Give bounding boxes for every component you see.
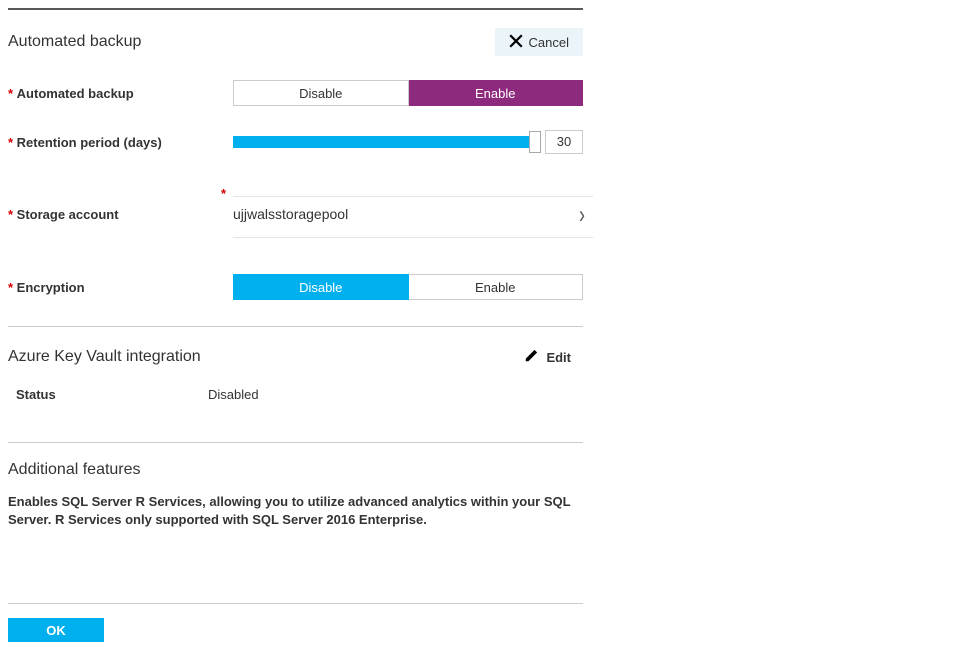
section-title-automated-backup: Automated backup [8,33,141,51]
close-icon [509,34,523,51]
chevron-right-icon: › [579,201,585,226]
storage-account-picker[interactable]: ujjwalsstoragepool › [233,205,593,223]
encryption-toggle-disable[interactable]: Disable [233,274,409,300]
retention-period-slider[interactable] [233,136,535,148]
retention-period-slider-fill [233,136,535,148]
storage-account-value: ujjwalsstoragepool [233,206,348,222]
label-status: Status [8,387,208,402]
label-storage-account: Storage account [8,207,233,222]
section-title-akv: Azure Key Vault integration [8,348,201,366]
additional-features-description: Enables SQL Server R Services, allowing … [8,493,598,529]
cancel-button[interactable]: Cancel [495,28,583,56]
retention-period-value[interactable]: 30 [545,130,583,154]
edit-button-label: Edit [546,350,571,365]
edit-button[interactable]: Edit [512,345,583,369]
encryption-toggle[interactable]: Disable Enable [233,274,583,300]
automated-backup-toggle-enable[interactable]: Enable [409,80,584,106]
automated-backup-toggle[interactable]: Disable Enable [233,80,583,106]
pencil-icon [524,349,538,366]
section-title-additional-features: Additional features [8,461,141,479]
label-retention-period: Retention period (days) [8,135,233,150]
encryption-toggle-enable[interactable]: Enable [409,274,584,300]
label-encryption: Encryption [8,280,233,295]
required-marker-icon: * [221,186,226,201]
automated-backup-toggle-disable[interactable]: Disable [233,80,409,106]
cancel-button-label: Cancel [529,35,569,50]
status-value: Disabled [208,387,259,402]
ok-button[interactable]: OK [8,618,104,642]
retention-period-slider-thumb[interactable] [529,131,541,153]
label-automated-backup: Automated backup [8,86,233,101]
